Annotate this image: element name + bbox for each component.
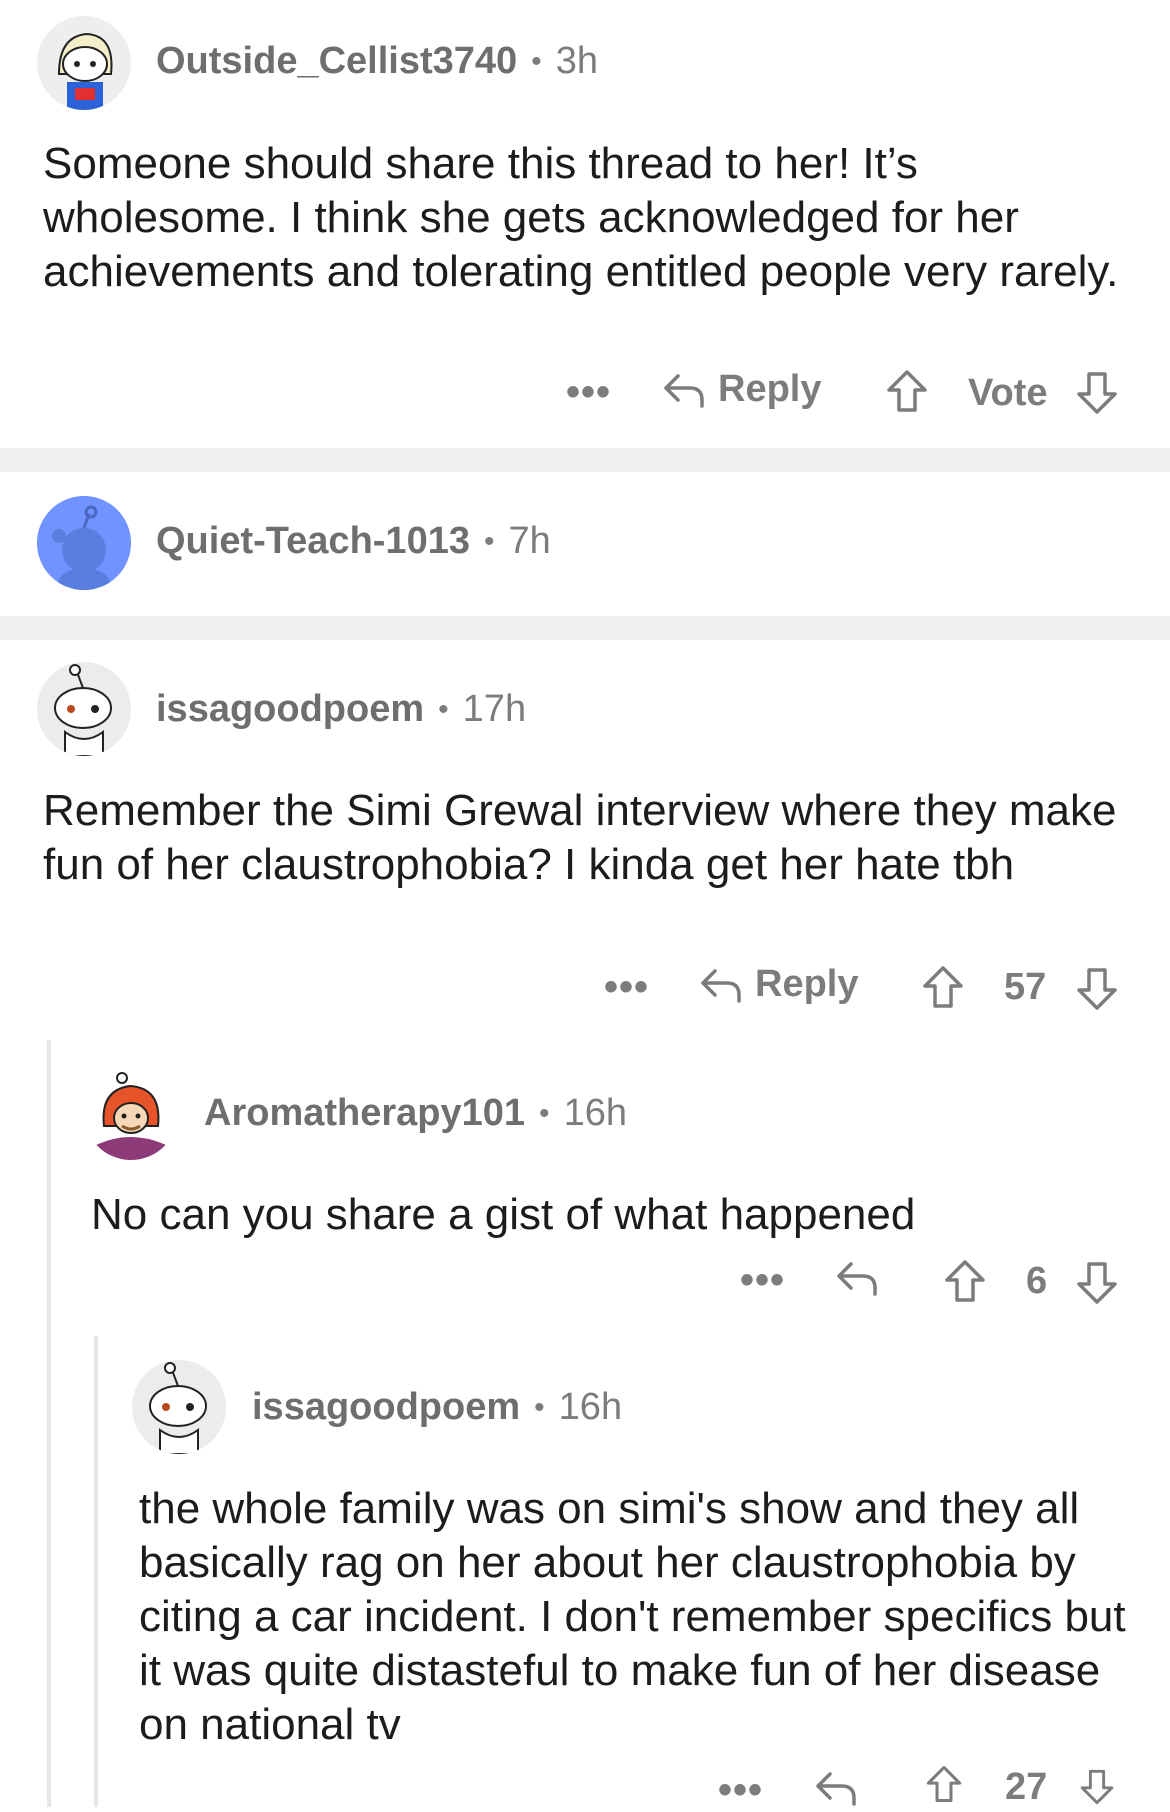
vote-count: 57 — [1004, 966, 1046, 1009]
thread-line[interactable] — [94, 1336, 98, 1807]
reply-label: Reply — [755, 963, 859, 1005]
comment-meta[interactable]: Quiet-Teach-1013 • 7h — [156, 520, 551, 563]
downvote-arrow-icon — [1074, 1768, 1120, 1806]
reply-label: Reply — [718, 368, 822, 410]
upvote-button[interactable] — [921, 1764, 967, 1804]
comment-divider — [0, 448, 1170, 472]
comment-body: the whole family was on simi's show and … — [139, 1484, 1126, 1749]
downvote-arrow-icon — [1074, 1260, 1120, 1306]
vote-count-text: 57 — [1004, 966, 1047, 1008]
comment-age: 16h — [563, 1092, 627, 1134]
ellipsis-icon: ••• — [740, 1258, 786, 1302]
separator-dot: • — [531, 44, 542, 78]
reply-button[interactable]: Reply — [697, 963, 858, 1006]
separator-dot: • — [539, 1096, 550, 1130]
thread-line[interactable] — [47, 1040, 51, 1807]
comment-divider — [0, 616, 1170, 640]
comment-age: 7h — [508, 520, 551, 562]
comment-meta: issagoodpoem • 17h — [156, 688, 526, 731]
comment-age: 17h — [462, 688, 527, 730]
upvote-arrow-icon — [942, 1258, 988, 1304]
more-options-button[interactable]: ••• — [740, 1258, 786, 1302]
comment-body: Someone should share this thread to her!… — [43, 139, 1119, 296]
avatar[interactable] — [84, 1066, 178, 1160]
downvote-button[interactable] — [1074, 966, 1120, 1012]
comment-body: No can you share a gist of what happened — [91, 1190, 916, 1239]
reply-button[interactable]: Reply — [660, 368, 821, 411]
downvote-button[interactable] — [1074, 370, 1120, 416]
upvote-arrow-icon — [920, 964, 966, 1010]
reply-button[interactable] — [812, 1768, 858, 1808]
username[interactable]: Aromatherapy101 — [204, 1092, 525, 1135]
upvote-button[interactable] — [920, 964, 966, 1010]
reply-button[interactable] — [833, 1258, 879, 1298]
downvote-button[interactable] — [1074, 1260, 1120, 1306]
upvote-arrow-icon — [884, 368, 930, 414]
reply-arrow-icon — [660, 370, 706, 410]
vote-text: Vote — [968, 372, 1048, 414]
username[interactable]: Quiet-Teach-1013 — [156, 520, 470, 563]
vote-count-text: 6 — [1026, 1260, 1048, 1302]
username[interactable]: Outside_Cellist3740 — [156, 40, 517, 83]
vote-count: 6 — [1026, 1260, 1047, 1303]
downvote-arrow-icon — [1074, 966, 1120, 1012]
comment-age: 3h — [555, 40, 598, 82]
ellipsis-icon: ••• — [566, 370, 612, 414]
upvote-button[interactable] — [942, 1258, 988, 1304]
vote-count: 27 — [1005, 1766, 1047, 1809]
separator-dot: • — [438, 692, 449, 726]
username[interactable]: issagoodpoem — [156, 688, 424, 731]
comment-body: Remember the Simi Grewal interview where… — [43, 786, 1117, 889]
avatar[interactable] — [132, 1360, 226, 1454]
upvote-arrow-icon — [921, 1764, 967, 1804]
separator-dot: • — [534, 1390, 545, 1424]
avatar[interactable] — [37, 16, 131, 110]
avatar[interactable] — [37, 662, 131, 756]
comment-meta: Aromatherapy101 • 16h — [204, 1092, 627, 1135]
vote-label: Vote — [968, 372, 1048, 415]
vote-count-text: 27 — [1005, 1766, 1048, 1808]
reply-arrow-icon — [697, 965, 743, 1005]
reply-arrow-icon — [812, 1768, 858, 1808]
username[interactable]: issagoodpoem — [252, 1386, 520, 1429]
reply-arrow-icon — [833, 1258, 879, 1298]
downvote-arrow-icon — [1074, 370, 1120, 416]
separator-dot: • — [483, 524, 495, 558]
more-options-button[interactable]: ••• — [718, 1768, 764, 1812]
more-options-button[interactable]: ••• — [604, 965, 650, 1009]
upvote-button[interactable] — [884, 368, 930, 414]
avatar[interactable] — [37, 496, 131, 590]
more-options-button[interactable]: ••• — [566, 370, 612, 414]
ellipsis-icon: ••• — [604, 965, 650, 1009]
comment-meta: issagoodpoem • 16h — [252, 1386, 622, 1429]
downvote-button[interactable] — [1074, 1768, 1120, 1806]
ellipsis-icon: ••• — [718, 1768, 764, 1812]
comment-meta: Outside_Cellist3740 • 3h — [156, 40, 598, 83]
comment-age: 16h — [558, 1386, 623, 1428]
